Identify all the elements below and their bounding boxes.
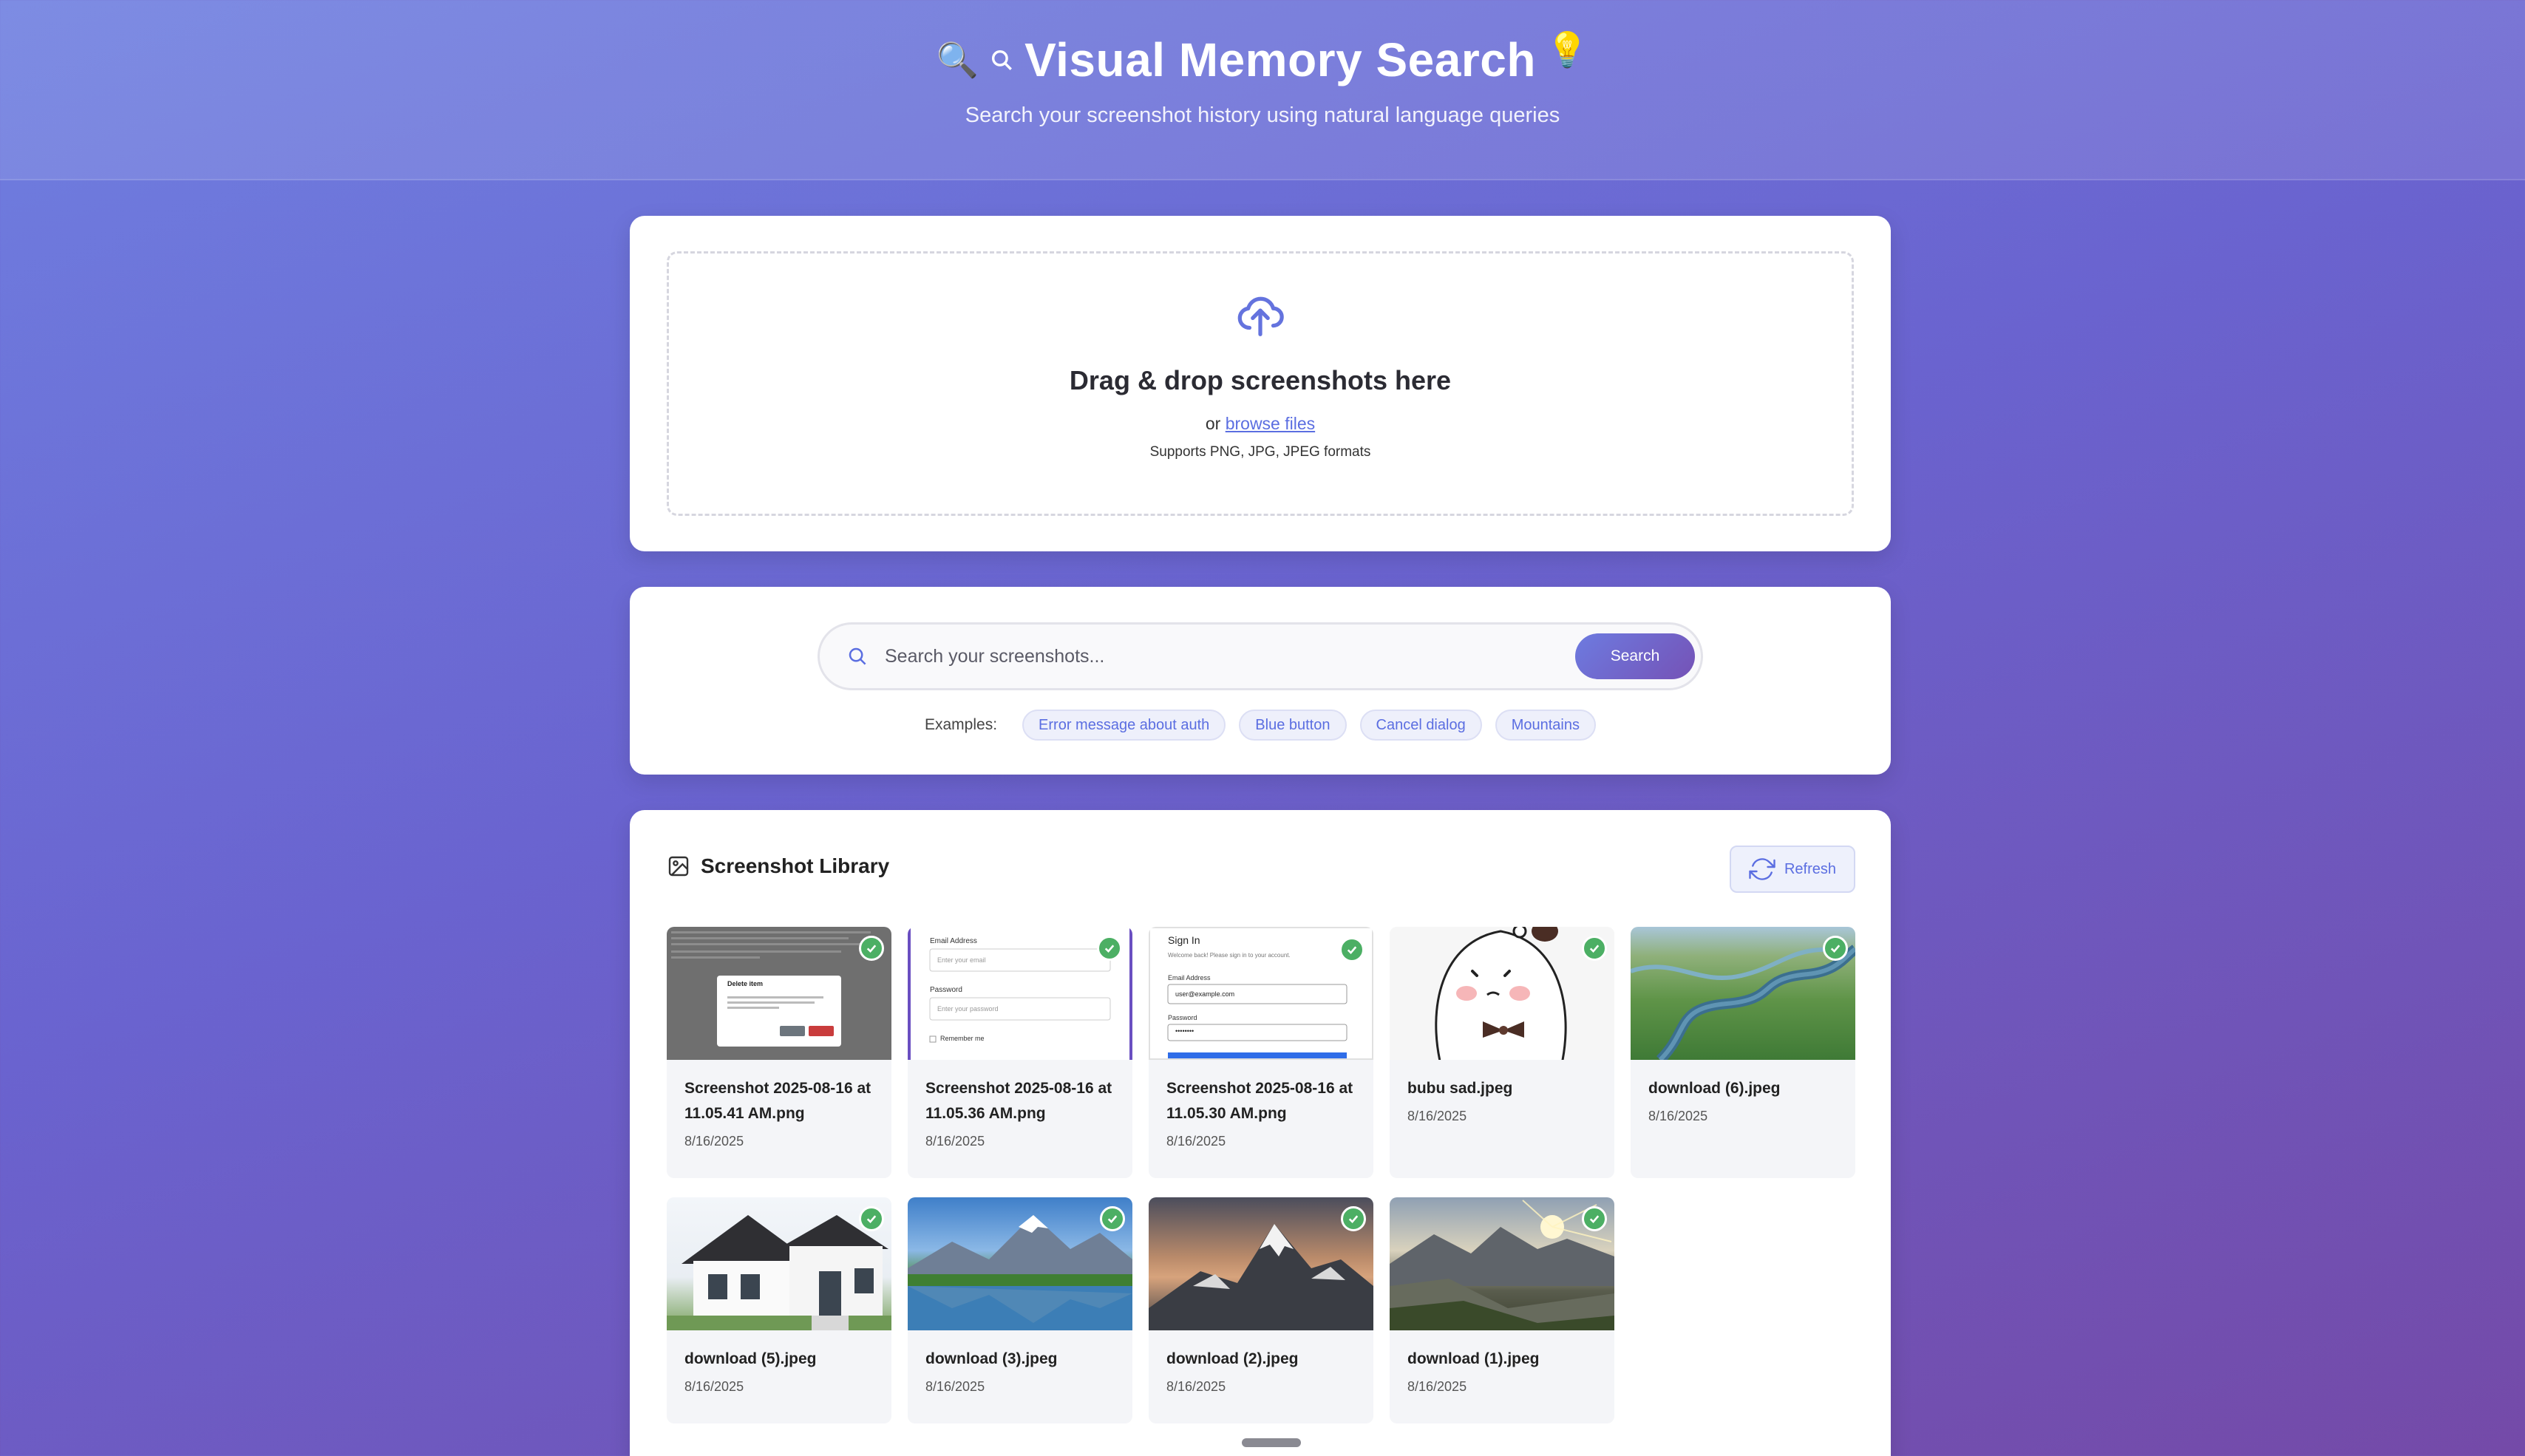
screenshot-name: download (5).jpeg (684, 1350, 817, 1367)
examples-label: Examples: (925, 716, 998, 733)
processed-check-icon (1823, 936, 1848, 961)
search-icon (849, 647, 866, 665)
thumbnail-dialog: Delete item (667, 927, 891, 1060)
thumbnail-signin-email-value: user@example.com (1175, 990, 1235, 998)
drop-zone[interactable]: Drag & drop screenshots here or browse f… (667, 251, 1854, 516)
cloud-upload-icon (1237, 296, 1284, 336)
thumbnail-signin-password-label: Password (1168, 1014, 1197, 1021)
thumbnail-river (1631, 927, 1855, 1060)
search-button[interactable]: Search (1575, 633, 1695, 679)
library-title: Screenshot Library (701, 854, 890, 877)
screenshot-tile[interactable]: download (2).jpeg 8/16/2025 (1149, 1197, 1373, 1423)
screenshot-date: 8/16/2025 (1407, 1379, 1467, 1394)
thumbnail-sunset (1390, 1197, 1614, 1330)
app-header: 🔍 Visual Memory Search 💡 Search your scr… (0, 0, 2525, 180)
screenshot-name: download (1).jpeg (1407, 1350, 1540, 1367)
supported-formats: Supports PNG, JPG, JPEG formats (1149, 444, 1371, 460)
screenshot-tile[interactable]: download (5).jpeg 8/16/2025 (667, 1197, 891, 1423)
example-queries: Examples: Error message about auth Blue … (630, 710, 1891, 741)
thumbnail-form-remember: Remember me (940, 1035, 985, 1042)
library-card: Screenshot Library Refresh Delete item S… (630, 810, 1891, 1456)
thumbnail-house (667, 1197, 891, 1330)
browse-files-link[interactable]: browse files (1226, 414, 1315, 433)
screenshot-date: 8/16/2025 (1166, 1379, 1226, 1394)
magnifier-emoji-icon: 🔍 (936, 40, 979, 79)
scrollbar-handle[interactable] (1242, 1438, 1301, 1447)
search-card: Search Examples: Error message about aut… (630, 587, 1891, 775)
screenshot-date: 8/16/2025 (684, 1134, 744, 1149)
thumbnail-signin-title: Sign In (1168, 934, 1200, 946)
screenshot-tile[interactable]: bubu sad.jpeg 8/16/2025 (1390, 927, 1614, 1178)
processed-check-icon (859, 1206, 884, 1231)
screenshot-tile[interactable]: download (1).jpeg 8/16/2025 (1390, 1197, 1614, 1423)
processed-check-icon (1339, 937, 1365, 962)
thumbnail-signin-password-value: •••••••• (1175, 1027, 1194, 1035)
example-chip-blue-button[interactable]: Blue button (1239, 710, 1347, 741)
screenshot-name: download (2).jpeg (1166, 1350, 1299, 1367)
screenshot-tile[interactable]: download (6).jpeg 8/16/2025 (1631, 927, 1855, 1178)
search-icon (992, 50, 1013, 70)
thumbnail-form: Email Address Enter your email Password … (908, 927, 1132, 1060)
screenshot-name: bubu sad.jpeg (1407, 1080, 1513, 1097)
drop-zone-title: Drag & drop screenshots here (1069, 365, 1452, 395)
screenshot-date: 8/16/2025 (1407, 1109, 1467, 1123)
refresh-icon (1749, 858, 1775, 880)
processed-check-icon (1341, 1206, 1366, 1231)
screenshot-tile[interactable]: Delete item Screenshot 2025-08-16 at 11.… (667, 927, 891, 1178)
thumbnail-dialog-title: Delete item (727, 980, 764, 987)
thumbnail-bear (1390, 927, 1614, 1060)
processed-check-icon (1097, 936, 1122, 961)
screenshot-date: 8/16/2025 (925, 1379, 985, 1394)
screenshot-date: 8/16/2025 (1648, 1109, 1708, 1123)
thumbnail-form-email-label: Email Address (930, 937, 977, 945)
screenshot-tile[interactable]: download (3).jpeg 8/16/2025 (908, 1197, 1132, 1423)
thumbnail-signin-email-label: Email Address (1168, 974, 1211, 982)
thumbnail-signin: Sign In Welcome back! Please sign in to … (1149, 927, 1373, 1060)
search-bar: Search (818, 622, 1703, 690)
screenshot-tile[interactable]: Email Address Enter your email Password … (908, 927, 1132, 1178)
screenshot-name: download (3).jpeg (925, 1350, 1058, 1367)
screenshot-name: download (6).jpeg (1648, 1080, 1781, 1097)
screenshot-name: Screenshot 2025-08-16 at 11.05.41 AM.png (684, 1080, 871, 1122)
screenshot-tile[interactable]: Sign In Welcome back! Please sign in to … (1149, 927, 1373, 1178)
screenshot-date: 8/16/2025 (684, 1379, 744, 1394)
thumbnail-form-password-label: Password (930, 986, 962, 994)
upload-card: Drag & drop screenshots here or browse f… (630, 216, 1891, 551)
drop-zone-or: or browse files (669, 414, 1852, 434)
page-title: Visual Memory Search (1024, 33, 1536, 86)
thumbnail-lake (908, 1197, 1132, 1330)
processed-check-icon (859, 936, 884, 961)
library-header: Screenshot Library (667, 854, 889, 878)
example-chip-cancel-dialog[interactable]: Cancel dialog (1359, 710, 1482, 741)
image-icon (668, 856, 689, 877)
screenshot-name: Screenshot 2025-08-16 at 11.05.30 AM.png (1166, 1080, 1353, 1122)
processed-check-icon (1582, 1206, 1607, 1231)
example-chip-mountains[interactable]: Mountains (1495, 710, 1596, 741)
thumbnail-form-email-placeholder: Enter your email (937, 956, 986, 964)
screenshot-name: Screenshot 2025-08-16 at 11.05.36 AM.png (925, 1080, 1112, 1122)
processed-check-icon (1100, 1206, 1125, 1231)
screenshot-date: 8/16/2025 (925, 1134, 985, 1149)
screenshot-date: 8/16/2025 (1166, 1134, 1226, 1149)
refresh-button[interactable]: Refresh (1730, 846, 1855, 893)
thumbnail-signin-subtitle: Welcome back! Please sign in to your acc… (1168, 952, 1291, 959)
thumbnail-form-password-placeholder: Enter your password (937, 1005, 999, 1013)
example-chip-error-auth[interactable]: Error message about auth (1022, 710, 1226, 741)
page-subtitle: Search your screenshot history using nat… (965, 103, 1560, 127)
lightbulb-icon: 💡 (1546, 30, 1589, 69)
thumbnail-everest (1149, 1197, 1373, 1330)
processed-check-icon (1582, 936, 1607, 961)
refresh-label: Refresh (1784, 860, 1837, 877)
or-text: or (1205, 414, 1226, 433)
search-input[interactable] (885, 645, 1535, 667)
title-row: 🔍 Visual Memory Search 💡 (0, 0, 2525, 87)
